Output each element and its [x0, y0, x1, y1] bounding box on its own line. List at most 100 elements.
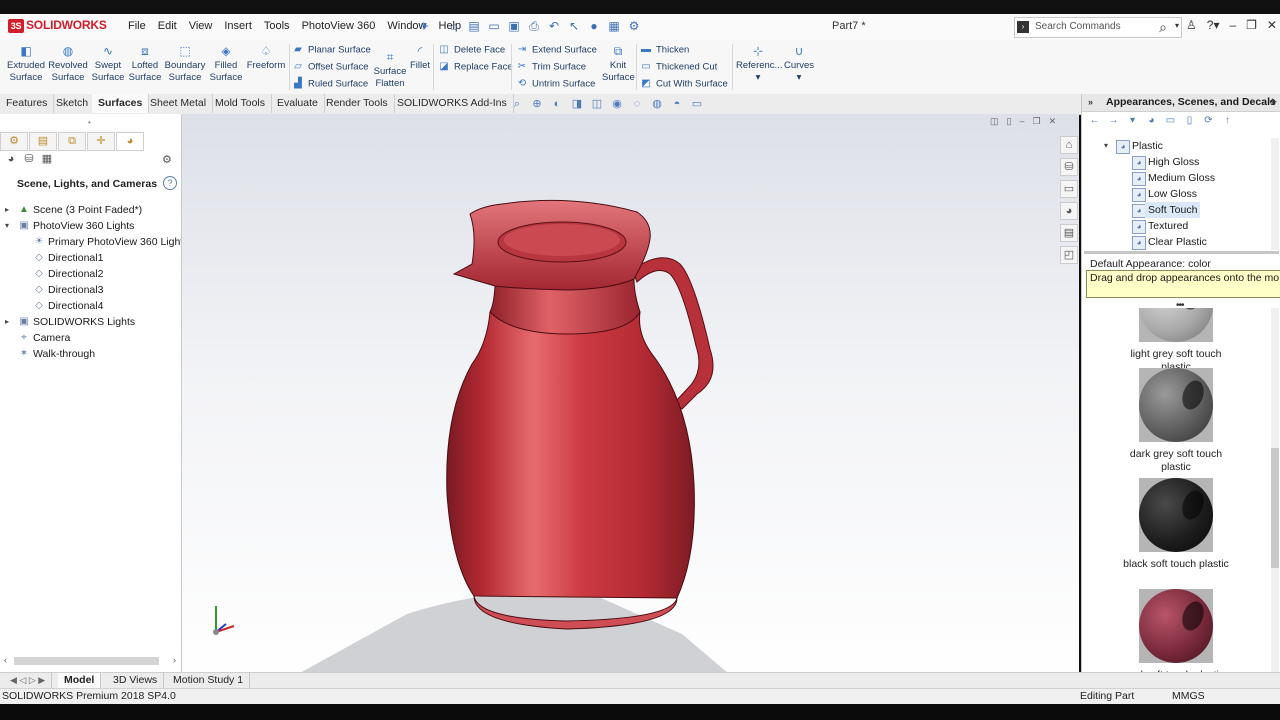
search-icon[interactable]: ⌕ — [1159, 19, 1167, 36]
file-properties-icon[interactable]: ▦ — [606, 18, 622, 34]
menu-file[interactable]: File — [122, 20, 152, 32]
tree-item-directional1[interactable]: ◇ Directional1 — [0, 250, 181, 266]
refresh-icon[interactable]: ⟳ — [1202, 114, 1215, 127]
menu-view[interactable]: View — [183, 20, 219, 32]
untrim-surface-button[interactable]: ⟲ Untrim Surface — [516, 78, 596, 90]
pin-icon[interactable]: ✈ — [420, 20, 429, 33]
undo-icon[interactable]: ↶ — [546, 18, 562, 34]
tree-item-walk-through[interactable]: ✶ Walk-through — [0, 346, 181, 362]
revolved-surface-button[interactable]: ◍ Revolved Surface — [48, 44, 88, 84]
tree-item-primary-lighting[interactable]: ☀Primary PhotoView 360 Lighting — [0, 234, 181, 250]
swatch-scrollbar[interactable] — [1271, 308, 1279, 685]
swatch-black[interactable]: black soft touch plastic — [1096, 478, 1256, 571]
horizontal-scrollbar[interactable]: ‹ › — [4, 655, 176, 667]
swatch-red[interactable]: red soft touch plastic — [1096, 589, 1256, 682]
tree-item-medium-gloss[interactable]: ◕ Medium Gloss — [1082, 170, 1268, 186]
pane-divider[interactable] — [1084, 251, 1279, 254]
feature-manager-tab-icon[interactable]: ⚙ — [0, 132, 28, 151]
restore-icon[interactable]: ❐ — [1246, 18, 1257, 32]
home-icon[interactable]: ⌂ — [1060, 136, 1078, 154]
tree-item-clear-plastic[interactable]: ◕ Clear Plastic — [1082, 234, 1268, 250]
tab-render-tools[interactable]: Render Tools — [320, 94, 395, 113]
display-style-icon[interactable]: ◉ — [610, 97, 624, 111]
save-icon[interactable]: ▣ — [506, 18, 522, 34]
custom-properties-icon[interactable]: ▤ — [1060, 224, 1078, 242]
collapse-icon[interactable]: » — [1088, 94, 1093, 111]
scene-view-icon[interactable]: ▦ — [40, 152, 54, 166]
apply-scene-icon[interactable]: ◓ — [670, 97, 684, 111]
trim-surface-button[interactable]: ✂ Trim Surface — [516, 61, 586, 73]
chevron-down-icon[interactable]: ▾ — [1175, 21, 1179, 30]
appearances-icon[interactable]: ◕ — [1060, 202, 1078, 220]
file-explorer-icon[interactable]: ▭ — [1060, 180, 1078, 198]
ruled-surface-button[interactable]: ▟ Ruled Surface — [292, 78, 368, 90]
tree-item-high-gloss[interactable]: ◕ High Gloss — [1082, 154, 1268, 170]
view-orientation-icon[interactable]: ◫ — [590, 97, 604, 111]
select-icon[interactable]: ↖ — [566, 18, 582, 34]
add-folder-icon[interactable]: ▭ — [1164, 114, 1177, 127]
swatch-light-grey[interactable]: light grey soft touch plastic — [1096, 308, 1256, 374]
scroll-right-icon[interactable]: › — [173, 655, 176, 665]
tree-item-low-gloss[interactable]: ◕ Low Gloss — [1082, 186, 1268, 202]
boundary-surface-button[interactable]: ⬚ Boundary Surface — [163, 44, 207, 84]
new-document-icon[interactable]: ▤ — [466, 18, 482, 34]
scroll-thumb[interactable] — [14, 657, 159, 665]
swatch-dark-grey[interactable]: dark grey soft touch plastic — [1096, 368, 1256, 474]
help-icon[interactable]: ? — [163, 176, 177, 190]
close-icon[interactable]: ✕ — [1267, 18, 1277, 32]
tree-item-photoview-lights[interactable]: ▾ ▣ PhotoView 360 Lights — [0, 218, 181, 234]
menu-photoview[interactable]: PhotoView 360 — [296, 20, 382, 32]
tab-solidworks-addins[interactable]: SOLIDWORKS Add-Ins — [391, 94, 514, 113]
nav-arrows[interactable]: ◀ ◁ ▷ ▶ — [4, 673, 53, 688]
tree-item-scene[interactable]: ▸ ▲ Scene (3 Point Faded*) — [0, 202, 181, 218]
tab-mold-tools[interactable]: Mold Tools — [209, 94, 272, 113]
tree-item-directional2[interactable]: ◇ Directional2 — [0, 266, 181, 282]
filled-surface-button[interactable]: ◈ Filled Surface — [208, 44, 244, 84]
lofted-surface-button[interactable]: ⧈ Lofted Surface — [127, 44, 163, 84]
options-icon[interactable]: ⚙ — [626, 18, 642, 34]
display-manager-tab-icon[interactable]: ◕ — [116, 132, 144, 151]
scroll-thumb[interactable] — [1271, 448, 1279, 568]
fillet-button[interactable]: ◜ Fillet — [408, 44, 432, 72]
reference-geometry-button[interactable]: ⊹ Referenc... ▾ — [736, 44, 782, 84]
zoom-to-fit-icon[interactable]: ⌕ — [510, 97, 524, 111]
graphics-area[interactable]: ◫ ▯ – ❐ ✕ — [182, 114, 1079, 685]
tab-3d-views[interactable]: 3D Views — [107, 673, 165, 688]
dimxpert-tab-icon[interactable]: ✛ — [87, 132, 115, 151]
panel-grip[interactable]: • — [88, 118, 91, 127]
delete-face-button[interactable]: ◫ Delete Face — [438, 44, 505, 56]
zoom-area-icon[interactable]: ⊕ — [530, 97, 544, 111]
home-icon[interactable]: ⌂ — [446, 18, 462, 34]
settings-icon[interactable]: ⚙ — [162, 153, 172, 166]
back-icon[interactable]: ← — [1088, 114, 1101, 127]
replace-face-button[interactable]: ◪ Replace Face — [438, 61, 512, 73]
add-file-icon[interactable]: ▯ — [1183, 114, 1196, 127]
tree-item-soft-touch[interactable]: ◕ Soft Touch — [1082, 202, 1268, 218]
menu-edit[interactable]: Edit — [152, 20, 183, 32]
curves-button[interactable]: ∪ Curves ▾ — [782, 44, 816, 84]
print-icon[interactable]: ⎙ — [526, 18, 542, 34]
freeform-button[interactable]: ♤ Freeform — [245, 44, 287, 72]
appearances-view-icon[interactable]: ◕ — [4, 152, 18, 166]
tab-sheet-metal[interactable]: Sheet Metal — [144, 94, 214, 113]
thickened-cut-button[interactable]: ▭ Thickened Cut — [640, 61, 717, 73]
open-icon[interactable]: ▭ — [486, 18, 502, 34]
solidworks-forum-icon[interactable]: ◰ — [1060, 246, 1078, 264]
menu-insert[interactable]: Insert — [218, 20, 258, 32]
design-library-icon[interactable]: ⛁ — [1060, 158, 1078, 176]
extend-surface-button[interactable]: ⇥ Extend Surface — [516, 44, 597, 56]
scroll-left-icon[interactable]: ‹ — [4, 655, 7, 665]
tab-features[interactable]: Features — [0, 94, 55, 113]
tree-item-plastic[interactable]: ▾ ◕ Plastic — [1082, 138, 1268, 154]
tab-sketch[interactable]: Sketch — [50, 94, 96, 113]
configuration-manager-tab-icon[interactable]: ⧉ — [58, 132, 86, 151]
forward-icon[interactable]: → — [1107, 114, 1120, 127]
search-box[interactable]: › Search Commands ⌕ ▾ — [1014, 17, 1182, 38]
menu-tools[interactable]: Tools — [258, 20, 296, 32]
knit-surface-button[interactable]: ⧉ Knit Surface — [602, 44, 635, 84]
tree-item-textured[interactable]: ◕ Textured — [1082, 218, 1268, 234]
previous-view-icon[interactable]: ◐ — [550, 97, 564, 111]
pin-icon[interactable]: ✈ — [1269, 94, 1277, 111]
tab-evaluate[interactable]: Evaluate — [271, 94, 325, 113]
view-settings-icon[interactable]: ▭ — [690, 97, 704, 111]
